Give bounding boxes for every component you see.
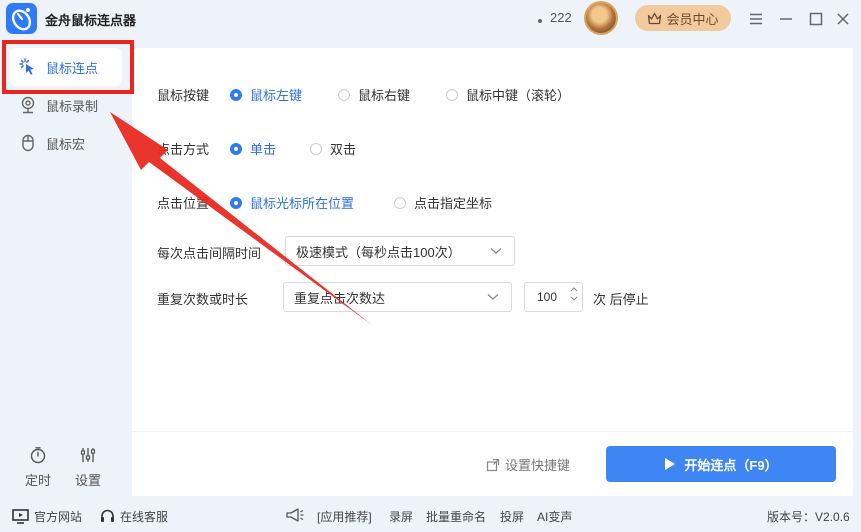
close-icon[interactable] [832, 8, 854, 30]
official-website-link[interactable]: 官方网站 [12, 508, 82, 525]
sliders-icon [80, 448, 96, 462]
app-logo-icon [6, 3, 37, 34]
headset-icon [101, 509, 114, 522]
mouse-icon [22, 134, 34, 152]
radio-dot [338, 88, 350, 101]
repeat-label: 重复次数或时长 [157, 292, 249, 307]
repeat-suffix: 次 后停止 [593, 292, 649, 307]
cursor-click-icon [19, 58, 34, 75]
mouse-button-label: 鼠标按键 [157, 88, 210, 103]
megaphone-icon [286, 508, 304, 522]
interval-label: 每次点击间隔时间 [157, 246, 262, 261]
chevron-down-icon [487, 294, 499, 300]
online-support-link[interactable]: 在线客服 [100, 508, 168, 525]
radio-dot [446, 88, 458, 101]
start-clicking-label: 开始连点（F9） [684, 457, 778, 473]
interval-select[interactable]: 极速模式（每秒点击100次） [285, 236, 515, 266]
radio-right-button[interactable]: 鼠标右键 [338, 85, 410, 104]
title-bar: 金舟鼠标连点器 222 会员中心 [0, 0, 861, 38]
coin-count: 222 [550, 10, 572, 25]
set-hotkey-button[interactable]: 设置快捷键 [486, 455, 570, 474]
minimize-icon[interactable] [775, 8, 797, 30]
version-label: 版本号：V2.0.6 [767, 510, 850, 524]
repeat-mode-select[interactable]: 重复点击次数达 [283, 282, 512, 312]
app-link-ai-voice[interactable]: AI变声 [537, 508, 572, 525]
chevron-down-icon [490, 248, 502, 254]
sidebar-item-macro[interactable]: 鼠标宏 [10, 124, 122, 162]
stepper-down-icon[interactable] [570, 296, 578, 301]
radio-label: 鼠标右键 [358, 88, 411, 103]
click-type-label: 点击方式 [157, 142, 210, 157]
repeat-count-value: 100 [537, 290, 558, 304]
hotkey-icon [486, 458, 500, 471]
radio-cursor-position[interactable]: 鼠标光标所在位置 [230, 193, 354, 212]
app-recommend-label: [应用推荐] [317, 510, 372, 524]
radio-label: 鼠标中键（滚轮） [466, 88, 571, 103]
play-icon [665, 458, 676, 470]
app-title: 金舟鼠标连点器 [45, 13, 137, 28]
radio-dot [230, 196, 242, 209]
timer-label: 定时 [24, 473, 51, 488]
radio-label: 鼠标左键 [250, 88, 303, 103]
app-link-screen-cast[interactable]: 投屏 [500, 508, 524, 525]
interval-value: 极速模式（每秒点击100次） [296, 244, 461, 260]
radio-dot [394, 196, 406, 209]
official-website-label: 官方网站 [34, 510, 83, 524]
member-center-button[interactable]: 会员中心 [635, 5, 731, 31]
set-hotkey-label: 设置快捷键 [505, 458, 571, 473]
radio-dot [310, 142, 322, 155]
monitor-icon [12, 509, 29, 524]
sidebar-item-label: 鼠标录制 [46, 98, 99, 114]
online-support-label: 在线客服 [120, 510, 169, 524]
stepper-up-icon[interactable] [570, 287, 578, 292]
maximize-icon[interactable] [805, 8, 827, 30]
status-bar: 官方网站 在线客服 [应用推荐] 录屏 批量重命名 投屏 AI变声 版本号：V2… [0, 500, 861, 532]
sidebar-item-record[interactable]: 鼠标录制 [10, 86, 122, 124]
radio-label: 单击 [250, 142, 277, 157]
radio-label: 双击 [330, 142, 357, 157]
radio-dot [230, 142, 242, 155]
sidebar-item-auto-click[interactable]: 鼠标连点 [10, 48, 122, 86]
crown-icon [648, 12, 662, 24]
repeat-mode-value: 重复点击次数达 [294, 290, 386, 306]
main-panel: 鼠标按键 鼠标左键 鼠标右键 鼠标中键（滚轮） 点击方式 单击 双击 点击位置 … [132, 48, 853, 496]
click-position-label: 点击位置 [157, 196, 210, 211]
sidebar-item-label: 鼠标宏 [46, 136, 86, 152]
settings-label: 设置 [74, 473, 101, 488]
repeat-count-stepper[interactable]: 100 [524, 282, 583, 312]
timer-button[interactable]: 定时 [18, 446, 58, 489]
radio-label: 鼠标光标所在位置 [250, 196, 355, 211]
member-center-label: 会员中心 [666, 11, 719, 27]
radio-single-click[interactable]: 单击 [230, 139, 276, 158]
coin-icon [538, 19, 542, 23]
start-clicking-button[interactable]: 开始连点（F9） [606, 446, 836, 482]
radio-dot [230, 88, 242, 101]
sidebar-item-label: 鼠标连点 [46, 60, 99, 76]
app-link-screen-record[interactable]: 录屏 [389, 508, 413, 525]
radio-left-button[interactable]: 鼠标左键 [230, 85, 302, 104]
app-link-batch-rename[interactable]: 批量重命名 [426, 508, 486, 525]
timer-icon [30, 447, 46, 464]
settings-button[interactable]: 设置 [68, 446, 108, 489]
menu-icon[interactable] [745, 8, 767, 30]
user-avatar[interactable] [586, 3, 616, 33]
radio-specified-coordinate[interactable]: 点击指定坐标 [394, 193, 492, 212]
radio-label: 点击指定坐标 [414, 196, 493, 211]
divider [132, 431, 853, 432]
radio-middle-button[interactable]: 鼠标中键（滚轮） [446, 85, 570, 104]
radio-double-click[interactable]: 双击 [310, 139, 356, 158]
webcam-icon [21, 96, 35, 114]
